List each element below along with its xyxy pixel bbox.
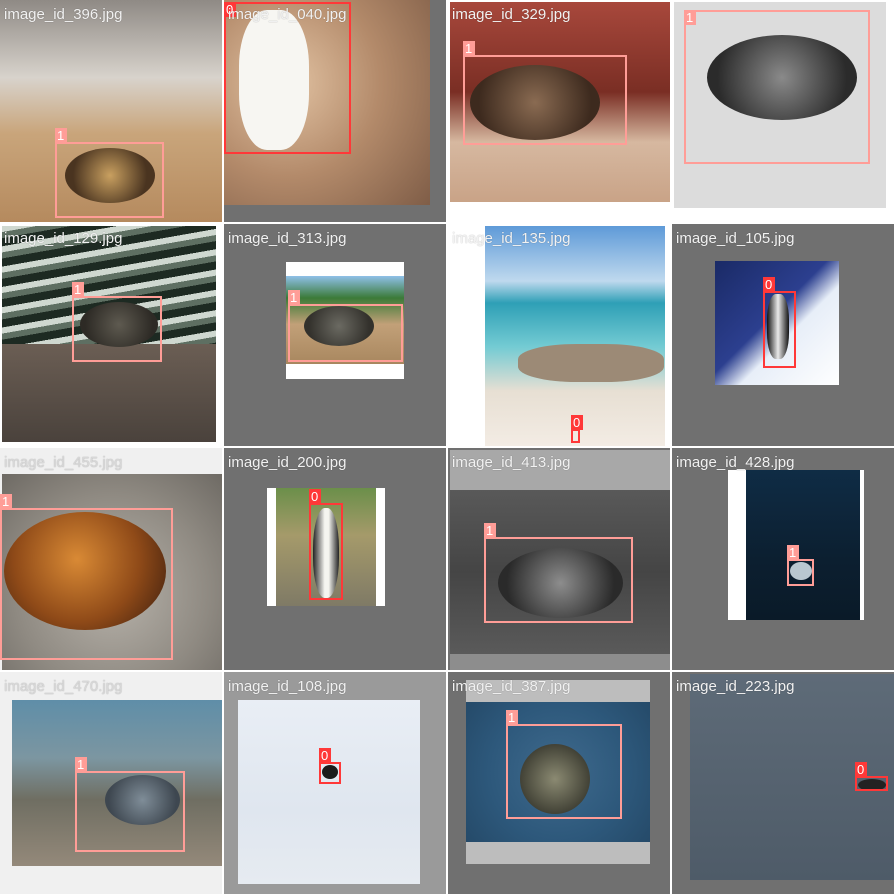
mosaic-tile[interactable]: 0 image_id_223.jpg <box>672 672 894 894</box>
bounding-box: 1 <box>0 494 173 660</box>
mosaic-tile[interactable]: 1 image_id_413.jpg <box>448 448 670 670</box>
class-label: 1 <box>288 290 300 305</box>
bounding-box: 0 <box>309 489 343 600</box>
bounding-box: 0 <box>224 2 351 154</box>
class-label: 0 <box>309 489 321 504</box>
image-filename: image_id_200.jpg <box>228 454 347 471</box>
mosaic-tile[interactable]: 0 image_id_105.jpg <box>672 224 894 446</box>
class-label: 1 <box>484 523 496 538</box>
mosaic-tile[interactable]: 1 image_id_396.jpg <box>0 0 222 222</box>
bounding-box: 1 <box>75 757 185 852</box>
image-filename: image_id_470.jpg <box>4 678 123 695</box>
bounding-box: 1 <box>787 545 814 586</box>
class-label: 0 <box>224 2 236 17</box>
bounding-box: 1 <box>463 41 627 145</box>
class-label: 0 <box>571 415 583 430</box>
bounding-box: 1 <box>288 290 403 362</box>
bounding-box: 1 <box>506 710 622 819</box>
mosaic-tile[interactable]: 0 image_id_108.jpg <box>224 672 446 894</box>
image-mosaic: 1 image_id_396.jpg 0 image_id_040.jpg 1 … <box>0 0 896 896</box>
mosaic-tile[interactable]: 0 image_id_135.jpg <box>448 224 670 446</box>
tile-image <box>450 654 670 670</box>
class-label: 0 <box>855 762 867 777</box>
tile-image <box>485 226 665 446</box>
bounding-box: 0 <box>571 415 583 443</box>
bounding-box: 0 <box>763 277 796 368</box>
class-label: 0 <box>763 277 775 292</box>
mosaic-tile[interactable]: 1 image_id_329.jpg <box>448 0 670 222</box>
class-label: 0 <box>319 748 331 763</box>
mosaic-tile[interactable]: 0 image_id_200.jpg <box>224 448 446 670</box>
class-label: 1 <box>75 757 87 772</box>
class-label: 1 <box>72 282 84 297</box>
image-filename: image_id_105.jpg <box>676 230 795 247</box>
class-label: 1 <box>787 545 799 560</box>
mosaic-tile[interactable]: 1 image_id_313.jpg <box>224 224 446 446</box>
image-filename: image_id_108.jpg <box>228 678 347 695</box>
bounding-box: 0 <box>855 762 888 791</box>
mosaic-tile[interactable]: 1 image_id_470.jpg <box>0 672 222 894</box>
image-filename: image_id_428.jpg <box>676 454 795 471</box>
tile-image <box>450 450 670 490</box>
bounding-box: 1 <box>72 282 162 362</box>
mosaic-tile[interactable]: 1 image_id_455.jpg <box>0 448 222 670</box>
class-label: 1 <box>55 128 67 143</box>
mosaic-tile[interactable]: 1 <box>672 0 894 222</box>
class-label: 1 <box>0 494 12 509</box>
mosaic-tile[interactable]: 1 image_id_387.jpg <box>448 672 670 894</box>
class-label: 1 <box>463 41 475 56</box>
bounding-box: 1 <box>484 523 633 623</box>
tile-image <box>238 700 420 884</box>
image-filename: image_id_313.jpg <box>228 230 347 247</box>
tile-image <box>746 470 860 620</box>
tile-image <box>518 344 664 382</box>
class-label: 1 <box>684 10 696 25</box>
mosaic-tile[interactable]: 0 image_id_040.jpg <box>224 0 446 222</box>
image-filename: image_id_455.jpg <box>4 454 123 471</box>
mosaic-tile[interactable]: 1 image_id_428.jpg <box>672 448 894 670</box>
bounding-box: 0 <box>319 748 341 784</box>
class-label: 1 <box>506 710 518 725</box>
bounding-box: 1 <box>55 128 164 218</box>
mosaic-tile[interactable]: 1 image_id_129.jpg <box>0 224 222 446</box>
bounding-box: 1 <box>684 10 870 164</box>
